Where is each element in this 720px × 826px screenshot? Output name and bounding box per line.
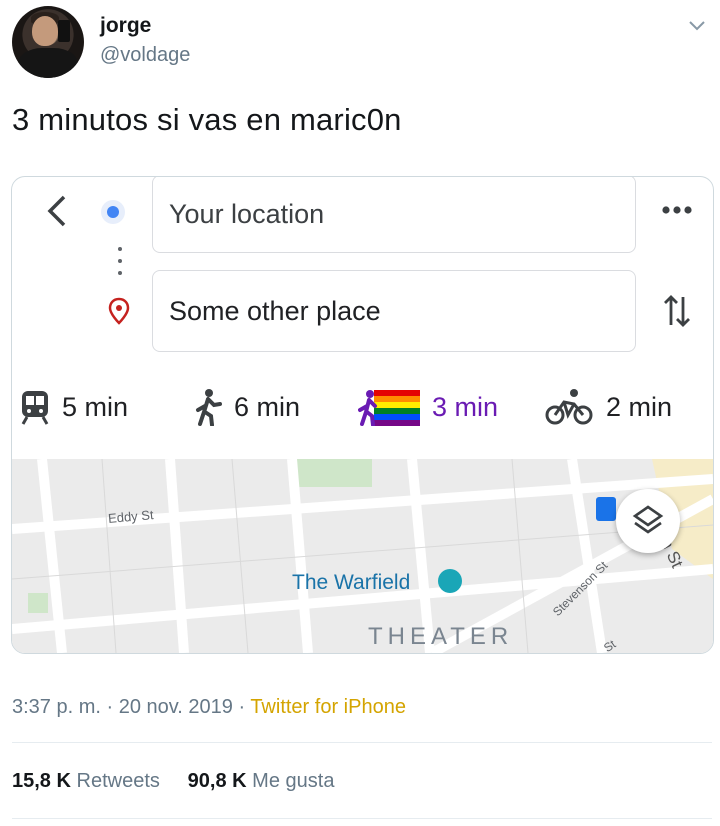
current-location-icon [107,206,119,218]
route-dots-icon [118,247,122,281]
music-venue-icon[interactable] [438,569,462,593]
avatar-face [32,16,58,46]
meta-sep: · [232,696,251,718]
rainbow-walk-icon [358,390,420,426]
mode-bike-time: 2 min [606,391,673,422]
mode-transit[interactable]: 5 min [20,379,128,435]
mode-walk-time: 6 min [234,391,301,422]
chevron-down-icon[interactable] [686,14,708,36]
train-icon [21,391,49,425]
mode-rainbow[interactable]: 3 min [358,379,498,435]
avatar[interactable] [12,6,84,78]
map-view[interactable]: Eddy St The Warfield THEATER Stevenson S… [12,459,713,653]
retweets-stat[interactable]: 15,8 K Retweets [12,770,160,792]
map-layers-button[interactable] [616,489,680,553]
mode-bike[interactable]: 2 min [544,379,672,435]
tweet-source[interactable]: Twitter for iPhone [250,696,406,718]
mode-rainbow-time: 3 min [432,391,499,422]
tweet-stats: 15,8 K Retweets 90,8 K Me gusta [12,770,334,793]
walk-icon [196,389,222,426]
author-handle[interactable]: @voldage [100,44,190,67]
back-arrow-icon[interactable] [42,191,72,231]
tweet-date[interactable]: 20 nov. 2019 [119,696,233,718]
author-name[interactable]: jorge [100,14,151,38]
tweet-text: 3 minutos si vas en maric0n [12,102,402,137]
bike-icon [545,389,593,425]
more-options-icon[interactable] [660,203,694,217]
tweet-time[interactable]: 3:37 p. m. [12,696,101,718]
origin-field[interactable]: Your location [152,177,636,253]
divider [12,742,712,743]
destination-field[interactable]: Some other place [152,270,636,352]
map-label-venue[interactable]: The Warfield [292,571,410,595]
avatar-phone [58,20,70,42]
transit-station-icon[interactable] [596,497,616,521]
mode-transit-time: 5 min [62,391,129,422]
mode-walk[interactable]: 6 min [194,379,300,435]
avatar-body [18,48,78,78]
likes-stat[interactable]: 90,8 K Me gusta [188,770,335,792]
layers-icon [632,505,664,534]
swap-directions-icon[interactable] [662,291,692,331]
tweet-image[interactable]: Your location Some other place 5 min 6 m… [11,176,714,654]
tweet-meta: 3:37 p. m. · 20 nov. 2019 · Twitter for … [12,696,406,719]
likes-label: Me gusta [252,770,335,792]
retweets-label: Retweets [76,770,160,792]
travel-modes: 5 min 6 min 3 min 2 min [12,379,713,435]
map-streets [12,459,713,653]
meta-sep: · [100,696,119,718]
divider [12,818,712,819]
retweets-count: 15,8 K [12,770,71,792]
destination-pin-icon [108,297,130,325]
likes-count: 90,8 K [187,770,247,792]
map-label-district: THEATER [368,623,514,650]
